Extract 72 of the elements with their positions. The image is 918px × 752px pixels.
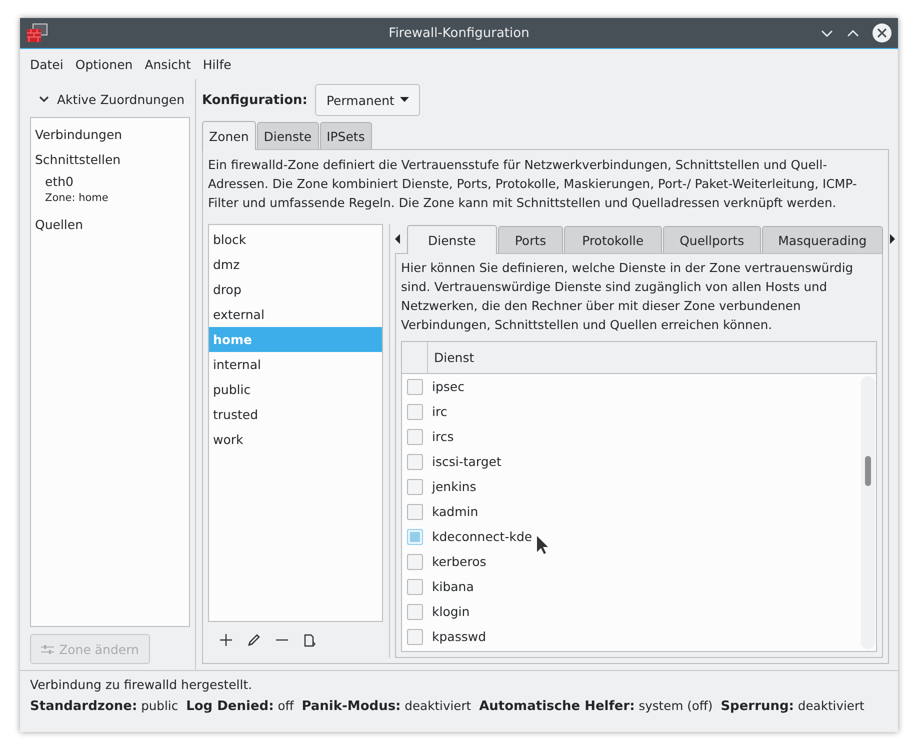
configuration-label: Konfiguration: [202,92,308,108]
firewall-icon [26,23,48,43]
service-name: iscsi-target [432,454,502,469]
menu-item[interactable]: Ansicht [138,56,197,72]
status-field: Standardzone: public [30,699,178,714]
checkbox[interactable] [407,628,423,644]
scrollbar-thumb[interactable] [865,456,871,486]
sidebar-header[interactable]: Aktive Zuordnungen [57,92,185,106]
tab[interactable]: Quellports [662,226,762,253]
services-description: Hier können Sie definieren, welche Dienste in der Zone vertrauenswürdig sind. Vertrauenswürdige Dienste sind zugänglich von allen Hosts und Netzwerken, die den Rechner über mit dieser Zone verbundenen Verbindungen, Schnittstellen und Quellen erreichen können. [401,260,854,334]
menu-item[interactable]: Datei [24,56,70,72]
bindings-group: Schnittstellen [35,147,189,172]
add-icon[interactable] [220,634,232,646]
bindings-group: Quellen [35,212,189,237]
tab[interactable]: Ports [498,226,564,253]
status-field: Log Denied: off [186,699,294,714]
service-name: kpasswd [432,629,486,644]
checkbox[interactable] [407,528,423,544]
zone-item[interactable]: trusted [209,402,382,427]
zone-item[interactable]: public [209,377,382,402]
service-name: kibana [432,579,474,594]
service-name: kerberos [432,554,486,569]
status-field: Automatische Helfer: system (off) [479,699,713,714]
document-icon[interactable] [304,634,316,646]
service-name: ircs [432,429,454,444]
zone-description: Ein firewalld-Zone definiert die Vertrauensstufe für Netzwerkverbindungen, Schnittstellen und Quell-Adressen. Die Zone kombiniert Dienste, Ports, Protokolle, Maskierungen, Port-/ Paket-Weiterleitung, ICMP-Filter und umfassende Regeln. Die Zone kann mit Schnittstellen und Quelladressen verknüpft werden. [208,157,858,212]
status-field: Sperrung: deaktiviert [720,699,864,714]
binding-entry[interactable]: eth0 [35,172,189,190]
pencil-icon[interactable] [248,634,260,646]
checkbox[interactable] [407,378,423,394]
zone-item[interactable]: external [209,302,382,327]
service-name: ipsec [432,379,464,394]
checkbox[interactable] [407,454,423,470]
menu-item[interactable]: Optionen [69,56,139,72]
checkbox[interactable] [407,404,423,420]
bindings-group: Verbindungen [35,122,189,147]
service-name: irc [432,404,448,419]
zone-item[interactable]: dmz [209,252,382,277]
scroll-left-icon[interactable] [395,234,401,244]
zone-item[interactable]: internal [209,352,382,377]
tab[interactable]: IPSets [320,122,372,149]
checkbox[interactable] [407,554,423,570]
checkbox[interactable] [407,504,423,520]
chevron-icon[interactable] [39,95,49,103]
zone-item[interactable]: work [209,427,382,452]
window-title: Firewall-Konfiguration [388,26,530,40]
service-name: kadmin [432,504,478,519]
service-name: klogin [432,604,470,619]
menu-item[interactable]: Hilfe [196,56,238,72]
zone-item[interactable]: drop [209,277,382,302]
checkbox[interactable] [407,478,423,494]
mouse-cursor-icon [537,536,549,554]
scrollbar[interactable] [861,376,875,649]
dropdown-arrow-icon [400,97,410,103]
checkbox[interactable] [407,604,423,620]
service-name: kdeconnect-kde [432,529,532,544]
configuration-dropdown[interactable]: Permanent [315,84,420,116]
service-name: jenkins [432,479,476,494]
checkbox[interactable] [407,578,423,594]
status-field: Panik-Modus: deaktiviert [302,699,472,714]
scroll-right-icon[interactable] [888,234,895,244]
status-message: Verbindung zu firewalld hergestellt. [30,677,254,694]
sliders-icon [41,644,54,654]
tab[interactable]: Masquerading [762,226,883,253]
zone-item[interactable]: block [209,227,382,252]
checkbox[interactable] [407,428,423,444]
binding-zone: Zone: home [44,191,110,206]
close-icon[interactable] [872,23,892,43]
tab[interactable]: Dienste [256,122,319,149]
tab[interactable]: Protokolle [564,226,662,253]
tab[interactable]: Dienste [407,225,497,254]
tab[interactable]: Zonen [202,121,256,150]
